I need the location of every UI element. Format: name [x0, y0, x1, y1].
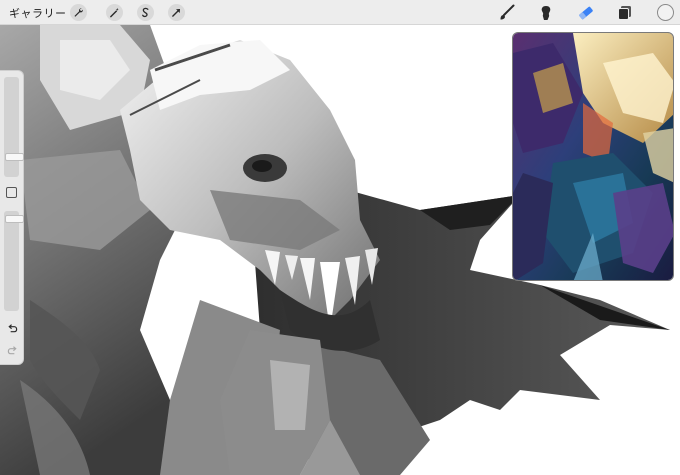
sidebar-controls	[0, 70, 24, 365]
layers-button[interactable]	[615, 3, 635, 23]
undo-icon	[7, 323, 17, 332]
actions-button[interactable]	[70, 4, 87, 21]
top-toolbar: ギャラリー	[0, 0, 680, 25]
selection-icon	[142, 7, 149, 18]
layers-icon	[618, 6, 631, 20]
modify-button[interactable]	[6, 187, 17, 198]
color-picker-button[interactable]	[657, 4, 674, 21]
brush-tool-button[interactable]	[497, 3, 517, 23]
smudge-icon	[541, 6, 551, 20]
brush-size-thumb[interactable]	[5, 153, 24, 161]
reference-image	[513, 33, 673, 280]
selection-button[interactable]	[137, 4, 154, 21]
adjustments-button[interactable]	[106, 4, 123, 21]
undo-button[interactable]	[5, 321, 19, 335]
magic-wand-icon	[110, 7, 119, 18]
smudge-tool-button[interactable]	[536, 3, 556, 23]
wrench-icon	[74, 8, 83, 17]
brush-size-slider[interactable]	[4, 77, 24, 177]
redo-icon	[7, 345, 17, 354]
eraser-tool-button[interactable]	[576, 3, 596, 23]
transform-arrow-icon	[172, 9, 180, 17]
eraser-icon	[579, 6, 593, 20]
brush-icon	[500, 4, 515, 20]
reference-window[interactable]	[512, 32, 674, 281]
transform-button[interactable]	[168, 4, 185, 21]
opacity-slider[interactable]	[4, 211, 24, 311]
gallery-button[interactable]: ギャラリー	[9, 5, 67, 21]
redo-button[interactable]	[5, 343, 19, 357]
opacity-thumb[interactable]	[5, 215, 24, 223]
